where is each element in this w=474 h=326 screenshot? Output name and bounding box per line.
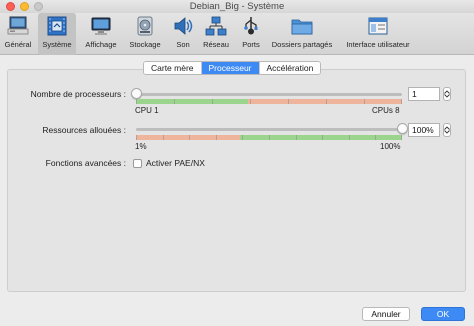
processor-count-field[interactable]: 1 <box>408 87 440 101</box>
scale-tick <box>401 135 402 140</box>
scale-tick <box>136 99 137 104</box>
scale-tick <box>216 135 217 140</box>
scale-tick <box>174 99 175 104</box>
toolbar-item-shared-folders[interactable]: Dossiers partagés <box>270 13 334 55</box>
toolbar-item-general[interactable]: Général <box>3 13 33 55</box>
pae-nx-checkbox[interactable] <box>133 159 142 168</box>
toolbar-label: Réseau <box>203 40 229 49</box>
execution-cap-label: Ressources allouées : <box>42 125 126 135</box>
scale-tick <box>269 135 270 140</box>
execution-cap-slider-track[interactable] <box>136 128 402 131</box>
extended-features-label: Fonctions avancées : <box>45 158 126 168</box>
disk-icon <box>137 16 153 36</box>
speaker-icon <box>174 17 193 35</box>
toolbar-label: Son <box>176 40 190 49</box>
scale-tick <box>364 99 365 104</box>
system-tabs: Carte mère Processeur Accélération <box>143 61 322 75</box>
toolbar-label: Ports <box>242 40 260 49</box>
title-bar: Debian_Big - Système <box>0 0 474 13</box>
toolbar-label: Affichage <box>85 40 117 49</box>
toolbar-label: Dossiers partagés <box>271 40 333 49</box>
execution-cap-max-label: 100% <box>380 142 401 151</box>
processor-scale-safe-range <box>136 99 248 104</box>
settings-toolbar: Général Système Affichage Stockage Son R… <box>0 13 474 55</box>
processor-slider-knob[interactable] <box>130 88 142 99</box>
window-title: Debian_Big - Système <box>189 1 285 12</box>
ports-icon <box>244 17 258 35</box>
pae-nx-label[interactable]: Activer PAE/NX <box>146 158 205 168</box>
tab-processor[interactable]: Processeur <box>201 62 260 74</box>
processor-scale-warn-range <box>248 99 402 104</box>
toolbar-label: Système <box>42 40 72 49</box>
toolbar-label: Interface utilisateur <box>346 40 410 49</box>
scale-tick <box>288 99 289 104</box>
toolbar-item-display[interactable]: Affichage <box>83 13 119 55</box>
chevron-down-icon <box>444 94 450 98</box>
tab-motherboard[interactable]: Carte mère <box>144 62 202 74</box>
processor-count-stepper[interactable] <box>443 87 451 101</box>
scale-tick <box>296 135 297 140</box>
chip-icon <box>47 16 67 36</box>
general-icon <box>7 16 29 35</box>
scale-tick <box>189 135 190 140</box>
execution-cap-scale-warn-range <box>136 135 240 140</box>
settings-window: Debian_Big - Système Général Système Aff… <box>0 0 474 326</box>
processor-slider-track[interactable] <box>136 93 402 96</box>
execution-cap-slider-knob[interactable] <box>396 123 408 134</box>
toolbar-item-storage[interactable]: Stockage <box>128 13 162 55</box>
execution-cap-field[interactable]: 100% <box>408 123 440 137</box>
toolbar-item-audio[interactable]: Son <box>170 13 196 55</box>
execution-cap-stepper[interactable] <box>443 123 451 137</box>
toolbar-item-network[interactable]: Réseau <box>201 13 231 55</box>
scale-tick <box>401 99 402 104</box>
toolbar-label: Général <box>4 40 32 49</box>
toolbar-item-ports[interactable]: Ports <box>238 13 264 55</box>
scale-tick <box>212 99 213 104</box>
window-icon <box>368 17 388 35</box>
chevron-down-icon <box>444 130 450 134</box>
monitor-icon <box>91 17 111 35</box>
scale-tick <box>375 135 376 140</box>
network-icon <box>205 16 227 36</box>
tab-acceleration[interactable]: Accélération <box>259 62 321 74</box>
processor-max-label: CPUs 8 <box>372 106 400 115</box>
processor-count-label: Nombre de processeurs : <box>30 89 126 99</box>
processor-min-label: CPU 1 <box>135 106 159 115</box>
ok-button[interactable]: OK <box>421 307 465 321</box>
scale-tick <box>163 135 164 140</box>
toolbar-item-system[interactable]: Système <box>38 13 76 55</box>
execution-cap-scale <box>136 135 402 140</box>
scale-tick <box>326 99 327 104</box>
scale-tick <box>349 135 350 140</box>
toolbar-item-user-interface[interactable]: Interface utilisateur <box>344 13 412 55</box>
cancel-button[interactable]: Annuler <box>362 307 410 321</box>
scale-tick <box>242 135 243 140</box>
execution-cap-min-label: 1% <box>135 142 147 151</box>
scale-tick <box>322 135 323 140</box>
scale-tick <box>250 99 251 104</box>
toolbar-label: Stockage <box>129 40 161 49</box>
execution-cap-scale-safe-range <box>240 135 402 140</box>
folder-icon <box>291 19 313 35</box>
scale-tick <box>136 135 137 140</box>
processor-scale <box>136 99 402 104</box>
